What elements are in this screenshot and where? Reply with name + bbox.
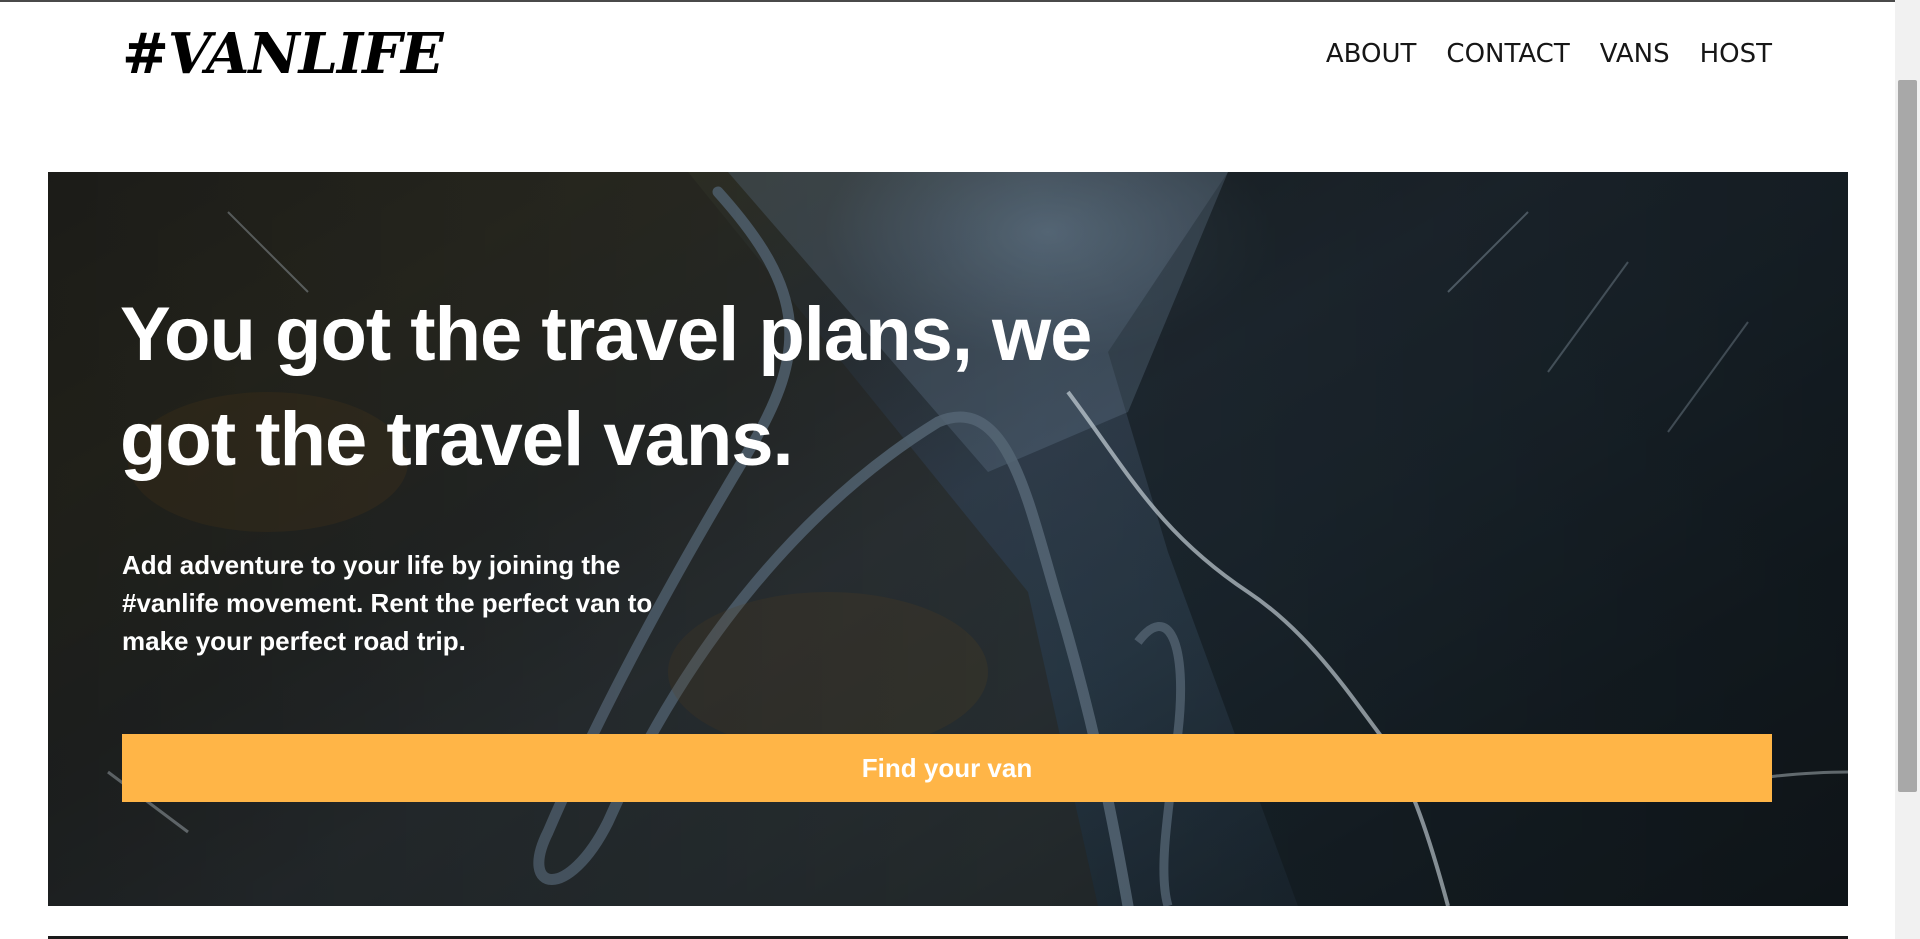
- site-header: #VANLIFE ABOUT CONTACT VANS HOST: [0, 2, 1895, 112]
- page-scrollbar[interactable]: [1895, 0, 1920, 939]
- hero-description: Add adventure to your life by joining th…: [122, 550, 653, 656]
- find-your-van-button[interactable]: Find your van: [122, 734, 1772, 802]
- nav-link-host[interactable]: HOST: [1700, 36, 1772, 72]
- nav-link-vans[interactable]: VANS: [1600, 36, 1670, 72]
- main-nav: ABOUT CONTACT VANS HOST: [1326, 36, 1772, 72]
- nav-link-contact[interactable]: CONTACT: [1446, 36, 1569, 72]
- hero-title: You got the travel plans, we got the tra…: [120, 292, 1092, 482]
- nav-link-about[interactable]: ABOUT: [1326, 36, 1417, 72]
- site-logo[interactable]: #VANLIFE: [122, 22, 444, 86]
- scrollbar-thumb[interactable]: [1898, 80, 1917, 792]
- hero-section: You got the travel plans, we got the tra…: [48, 172, 1848, 906]
